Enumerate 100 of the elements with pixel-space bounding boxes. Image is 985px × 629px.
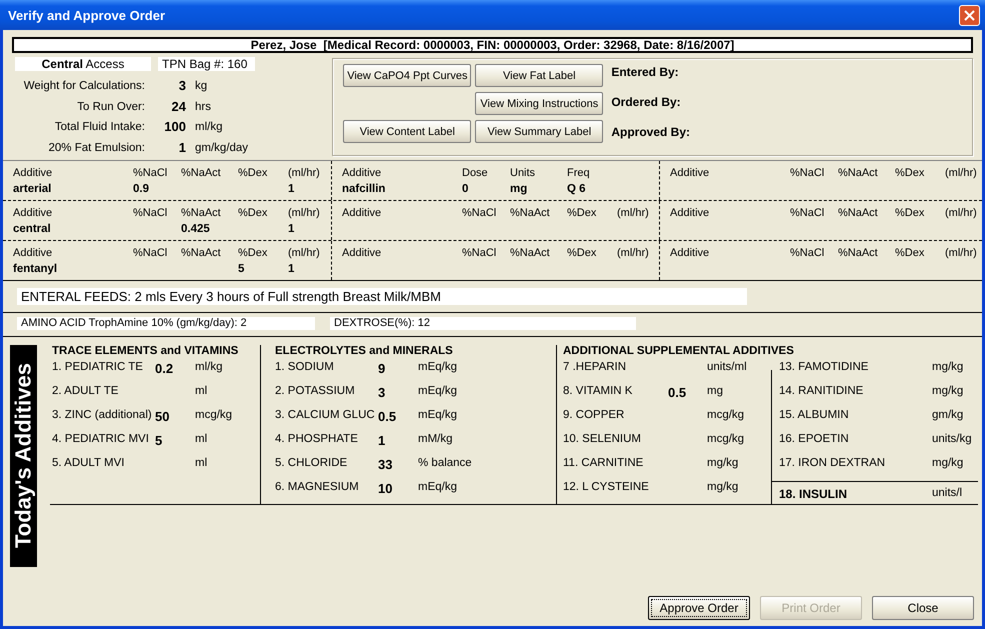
window-title: Verify and Approve Order bbox=[8, 8, 166, 22]
bag-number: TPN Bag #: 160 bbox=[158, 57, 255, 71]
additive-unit: mEq/kg bbox=[418, 409, 458, 421]
column-header: %NaCl bbox=[790, 167, 826, 181]
infusion-value: 1 bbox=[288, 263, 296, 277]
signoff-label: Ordered By: bbox=[611, 95, 682, 109]
column-header: Additive bbox=[13, 207, 54, 221]
infusion-value: central bbox=[13, 223, 52, 237]
column-header: %NaCl bbox=[462, 207, 498, 221]
parameter-value: 100 bbox=[163, 118, 187, 136]
column-header: %Dex bbox=[895, 247, 926, 261]
additive-unit: mEq/kg bbox=[418, 361, 458, 373]
column-header: Additive bbox=[342, 167, 382, 181]
access-type: Central Access bbox=[15, 57, 151, 71]
column-header: Additive bbox=[13, 247, 54, 261]
additive-value: 33 bbox=[378, 457, 394, 472]
parameter-label: Total Fluid Intake: bbox=[54, 120, 145, 135]
additive-value: 0.2 bbox=[155, 361, 174, 376]
additive-unit: mcg/kg bbox=[707, 409, 746, 421]
additive-name: 8. VITAMIN K bbox=[563, 385, 634, 397]
additive-unit: mEq/kg bbox=[418, 481, 458, 493]
infusion-value: Q 6 bbox=[567, 183, 587, 197]
enteral-feeds-text: ENTERAL FEEDS: 2 mls Every 3 hours of Full strength Breast Milk/MBM bbox=[17, 288, 747, 305]
additive-unit: mg/kg bbox=[932, 457, 964, 469]
column-header: %Dex bbox=[895, 167, 926, 181]
additive-unit: mg/kg bbox=[707, 457, 740, 469]
column-header: (ml/hr) bbox=[288, 247, 321, 261]
additive-name: 11. CARNITINE bbox=[563, 457, 644, 469]
amino-acid-text: AMINO ACID TrophAmine 10% (gm/kg/day): 2 bbox=[17, 317, 315, 330]
additive-name: 5. CHLORIDE bbox=[275, 457, 348, 469]
additive-unit: units/kg bbox=[932, 433, 973, 445]
additive-name: 17. IRON DEXTRAN bbox=[779, 457, 886, 469]
column-header: Additive bbox=[342, 207, 382, 221]
close-button[interactable]: Close bbox=[872, 596, 974, 620]
additive-unit: units/l bbox=[932, 487, 964, 499]
column-header: %NaAct bbox=[510, 247, 551, 261]
approve-button[interactable]: Approve Order bbox=[648, 596, 750, 620]
column-header: %NaAct bbox=[181, 167, 222, 181]
view-button[interactable]: View CaPO4 Ppt Curves bbox=[343, 64, 472, 87]
additive-name: 13. FAMOTIDINE bbox=[779, 361, 870, 373]
close-button[interactable] bbox=[959, 4, 980, 26]
section-title: TRACE ELEMENTS and VITAMINS bbox=[52, 345, 240, 359]
additive-unit: mg/kg bbox=[932, 361, 964, 373]
additive-name: 2. ADULT TE bbox=[52, 385, 120, 397]
parameter-unit: ml/kg bbox=[195, 120, 224, 135]
additive-unit: mg bbox=[707, 385, 724, 397]
column-header: (ml/hr) bbox=[945, 247, 978, 261]
additive-value: 5 bbox=[155, 433, 164, 448]
parameter-label: 20% Fat Emulsion: bbox=[47, 140, 145, 156]
view-button[interactable]: View Content Label bbox=[343, 120, 472, 143]
column-header: %Dex bbox=[238, 167, 268, 181]
column-header: %NaCl bbox=[133, 167, 168, 181]
column-header: %Dex bbox=[238, 247, 268, 261]
column-header: %Dex bbox=[567, 247, 598, 261]
additive-unit: mcg/kg bbox=[195, 409, 232, 421]
additive-unit: ml bbox=[195, 433, 208, 445]
column-header: %Dex bbox=[895, 207, 926, 221]
column-header: %NaAct bbox=[510, 207, 551, 221]
additive-unit: gm/kg bbox=[932, 409, 964, 421]
column-header: Additive bbox=[13, 167, 54, 181]
view-button[interactable]: View Fat Label bbox=[475, 64, 604, 87]
additive-value: 10 bbox=[378, 481, 394, 496]
additive-name: 12. L CYSTEINE bbox=[563, 481, 650, 493]
parameter-value: 1 bbox=[178, 138, 187, 156]
additive-unit: mcg/kg bbox=[707, 433, 746, 445]
view-button[interactable]: View Summary Label bbox=[475, 120, 604, 143]
column-header: %NaCl bbox=[133, 207, 168, 221]
additive-name: 3. ZINC (additional) bbox=[52, 409, 153, 421]
infusion-value: 0.425 bbox=[181, 223, 211, 237]
additive-unit: ml bbox=[195, 457, 208, 469]
signoff-label: Entered By: bbox=[611, 65, 680, 79]
infusion-value: 1 bbox=[288, 183, 296, 197]
parameter-unit: kg bbox=[195, 79, 208, 94]
additive-value: 0.5 bbox=[668, 385, 688, 400]
column-header: Additive bbox=[670, 247, 710, 261]
column-header: (ml/hr) bbox=[617, 207, 650, 221]
column-header: %NaCl bbox=[133, 247, 168, 261]
additive-name: 1. PEDIATRIC TE bbox=[52, 361, 144, 373]
column-header: Units bbox=[510, 167, 536, 181]
column-header: %NaCl bbox=[790, 247, 826, 261]
infusion-value: fentanyl bbox=[13, 263, 58, 277]
parameter-value: 24 bbox=[170, 98, 187, 116]
section-title: ELECTROLYTES and MINERALS bbox=[275, 345, 454, 359]
additive-unit: mg/kg bbox=[932, 385, 964, 397]
infusion-value: nafcillin bbox=[342, 183, 386, 197]
section-title: ADDITIONAL SUPPLEMENTAL ADDITIVES bbox=[563, 345, 795, 359]
additive-unit: ml/kg bbox=[195, 361, 224, 373]
additive-name: 1. SODIUM bbox=[275, 361, 335, 373]
dextrose-text: DEXTROSE(%): 12 bbox=[330, 317, 636, 330]
additive-value: 3 bbox=[378, 385, 386, 400]
column-header: (ml/hr) bbox=[288, 207, 321, 221]
additive-name: 5. ADULT MVI bbox=[52, 457, 126, 469]
view-button[interactable]: View Mixing Instructions bbox=[475, 92, 604, 115]
infusion-value: 0 bbox=[462, 183, 470, 197]
additive-unit: mg/kg bbox=[707, 481, 740, 493]
column-header: (ml/hr) bbox=[288, 167, 321, 181]
additive-unit: mEq/kg bbox=[418, 385, 458, 397]
infusion-value: 1 bbox=[288, 223, 296, 237]
column-header: %NaAct bbox=[181, 207, 222, 221]
additive-name: 3. CALCIUM GLUC bbox=[275, 409, 376, 421]
